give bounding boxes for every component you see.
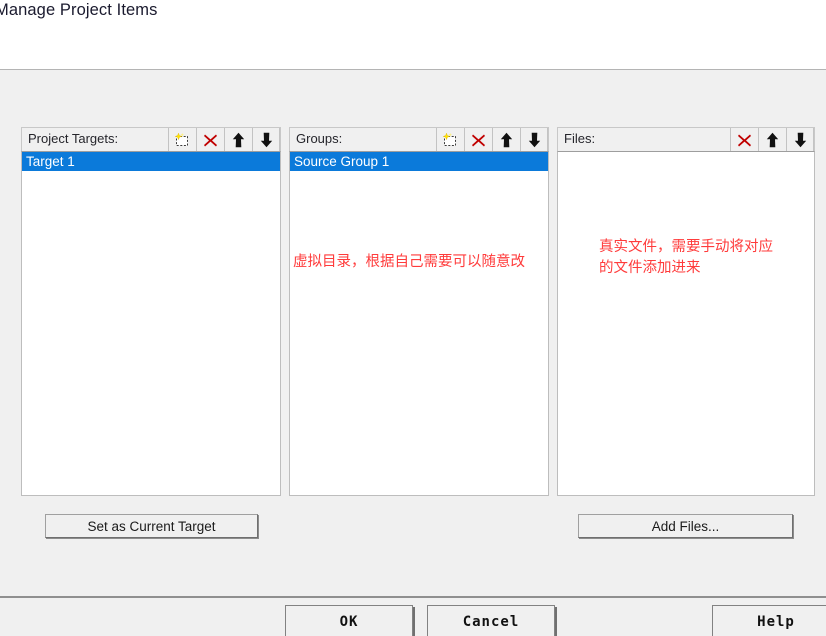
help-button[interactable]: Help xyxy=(712,605,826,636)
list-item[interactable]: Target 1 xyxy=(22,152,280,171)
dialog-body: Project Targets: Target 1 Groups: Source… xyxy=(0,70,826,597)
arrow-down-icon[interactable] xyxy=(252,128,280,152)
panel-project-targets: Project Targets: Target 1 xyxy=(21,127,281,496)
arrow-up-icon[interactable] xyxy=(758,128,786,152)
arrow-up-icon[interactable] xyxy=(492,128,520,152)
project-targets-label: Project Targets: xyxy=(28,131,119,146)
new-item-icon[interactable] xyxy=(168,128,196,152)
files-list[interactable] xyxy=(557,151,815,496)
set-as-current-target-button[interactable]: Set as Current Target xyxy=(45,514,258,538)
project-targets-toolbar xyxy=(168,128,280,152)
arrow-down-icon[interactable] xyxy=(520,128,548,152)
delete-icon[interactable] xyxy=(196,128,224,152)
tab-strip: Project Items Folders/Extensions Books xyxy=(0,30,826,100)
files-label: Files: xyxy=(564,131,596,146)
arrow-up-icon[interactable] xyxy=(224,128,252,152)
manage-project-items-dialog: Manage Project Items Project Items Folde… xyxy=(0,0,826,636)
panel-groups: Groups: Source Group 1 xyxy=(289,127,549,496)
files-header: Files: xyxy=(557,127,815,152)
ok-button[interactable]: OK xyxy=(285,605,413,636)
files-toolbar xyxy=(730,128,814,152)
groups-toolbar xyxy=(436,128,548,152)
delete-icon[interactable] xyxy=(730,128,758,152)
groups-header: Groups: xyxy=(289,127,549,152)
add-files-button[interactable]: Add Files... xyxy=(578,514,793,538)
groups-list[interactable]: Source Group 1 xyxy=(289,151,549,496)
groups-label: Groups: xyxy=(296,131,343,146)
footer-bar: https://blog.csdn.net/weixin_45616775 OK… xyxy=(0,598,826,636)
page-title: Manage Project Items xyxy=(0,1,158,19)
panel-files: Files: xyxy=(557,127,815,496)
project-targets-header: Project Targets: xyxy=(21,127,281,152)
new-item-icon[interactable] xyxy=(436,128,464,152)
title-bar: Manage Project Items xyxy=(0,0,826,30)
delete-icon[interactable] xyxy=(464,128,492,152)
list-item[interactable]: Source Group 1 xyxy=(290,152,548,171)
arrow-down-icon[interactable] xyxy=(786,128,814,152)
cancel-button[interactable]: Cancel xyxy=(427,605,555,636)
project-targets-list[interactable]: Target 1 xyxy=(21,151,281,496)
